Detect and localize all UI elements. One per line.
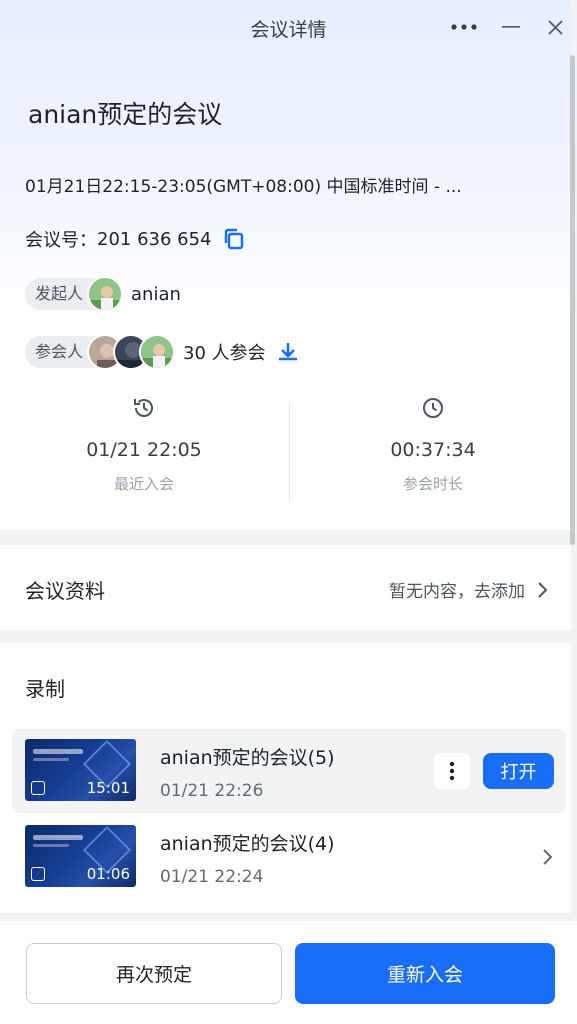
stats-divider	[289, 402, 290, 502]
recording-file-icon	[31, 781, 45, 795]
participant-avatars[interactable]	[87, 334, 176, 370]
duration-value: 00:37:34	[390, 439, 476, 461]
scrollbar[interactable]	[570, 55, 575, 545]
host-name: anian	[131, 283, 181, 305]
recording-name: anian预定的会议(4)	[160, 833, 335, 855]
download-icon	[278, 343, 297, 361]
recording-item[interactable]: 15:01 anian预定的会议(5) 01/21 22:26 打开	[12, 729, 566, 813]
recent-join-label: 最近入会	[113, 475, 174, 493]
materials-title: 会议资料	[25, 579, 105, 603]
host-avatar[interactable]	[87, 276, 124, 312]
recording-duration: 01:06	[86, 865, 130, 883]
participants-count: 30 人参会	[183, 343, 266, 364]
recent-join-value: 01/21 22:05	[86, 439, 202, 461]
history-icon	[134, 399, 153, 417]
recording-title: 录制	[25, 677, 65, 701]
meeting-time: 01月21日22:15-23:05(GMT+08:00) 中国标准时间 - ..…	[25, 177, 462, 197]
meeting-materials-section: 会议资料 暂无内容，去添加	[0, 545, 571, 630]
open-recording-button[interactable]: 打开	[483, 753, 554, 789]
add-materials-link[interactable]: 暂无内容，去添加	[389, 577, 549, 602]
meeting-title: anian预定的会议	[28, 100, 223, 129]
clock-icon	[423, 398, 443, 418]
recording-file-icon	[31, 867, 45, 881]
recording-duration: 15:01	[86, 779, 130, 797]
participant-avatar	[139, 334, 176, 370]
minimize-icon	[502, 26, 520, 28]
close-button[interactable]	[538, 12, 572, 42]
recording-item[interactable]: 01:06 anian预定的会议(4) 01/21 22:24	[12, 815, 566, 899]
stat-recent-join: 01/21 22:05 最近入会	[0, 395, 288, 494]
more-icon	[451, 24, 477, 30]
meeting-id-value: 201 636 654	[97, 228, 212, 250]
more-options-button[interactable]	[447, 12, 481, 42]
chevron-right-icon	[543, 849, 553, 865]
stat-duration: 00:37:34 参会时长	[289, 395, 577, 494]
duration-label: 参会时长	[402, 475, 463, 493]
host-row: 发起人 anian	[25, 276, 181, 312]
meeting-id-row: 会议号： 201 636 654	[25, 226, 246, 252]
recording-name: anian预定的会议(5)	[160, 747, 335, 769]
title-bar: 会议详情	[0, 0, 577, 55]
recording-date: 01/21 22:24	[160, 867, 264, 887]
participants-row: 参会人 30 人参会	[25, 334, 300, 370]
recording-thumbnail: 15:01	[25, 739, 136, 801]
copy-id-button[interactable]	[222, 227, 246, 251]
recording-thumbnail: 01:06	[25, 825, 136, 887]
more-vertical-icon	[449, 761, 455, 781]
recording-more-button[interactable]	[434, 753, 470, 789]
materials-action-label: 暂无内容，去添加	[389, 582, 525, 602]
chevron-right-icon	[537, 581, 549, 599]
close-icon	[547, 19, 563, 35]
minimize-button[interactable]	[494, 12, 528, 42]
download-participants-button[interactable]	[276, 340, 300, 364]
recording-section: 录制 15:01 anian预定的会议(5) 01/21 22:26 打开 01…	[0, 643, 571, 913]
recording-date: 01/21 22:26	[160, 781, 264, 801]
meeting-id-label: 会议号：	[25, 230, 97, 251]
window-title: 会议详情	[250, 19, 327, 41]
footer-actions: 再次预定 重新入会	[0, 921, 577, 1024]
copy-icon	[224, 228, 243, 250]
reschedule-button[interactable]: 再次预定	[26, 943, 282, 1004]
rejoin-meeting-button[interactable]: 重新入会	[295, 943, 555, 1004]
